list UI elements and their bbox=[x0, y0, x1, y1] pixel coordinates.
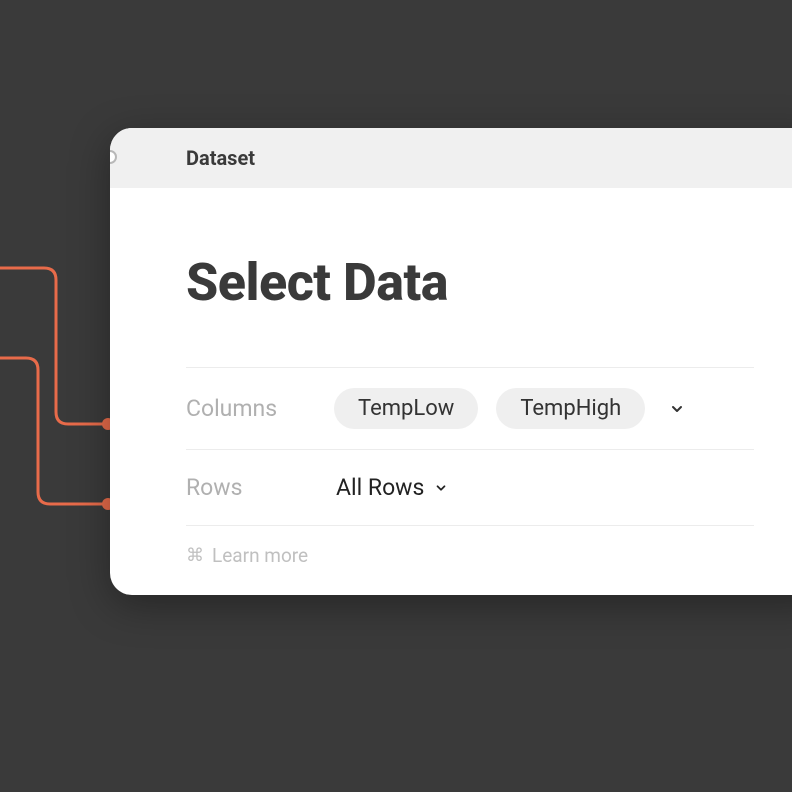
card-header: Dataset bbox=[110, 128, 792, 188]
chevron-down-icon bbox=[669, 401, 685, 417]
chevron-down-icon bbox=[434, 481, 448, 495]
input-port[interactable] bbox=[110, 150, 117, 164]
header-label: Dataset bbox=[186, 146, 754, 170]
column-chip-temphigh[interactable]: TempHigh bbox=[496, 388, 645, 429]
learn-more-link[interactable]: ⌘ Learn more bbox=[186, 544, 308, 567]
columns-row: Columns TempLow TempHigh bbox=[186, 367, 754, 449]
learn-more-label: Learn more bbox=[212, 544, 308, 567]
rows-dropdown[interactable]: All Rows bbox=[334, 470, 450, 505]
command-icon: ⌘ bbox=[186, 547, 204, 565]
rows-label: Rows bbox=[186, 474, 316, 501]
card-body: Select Data Columns TempLow TempHigh Row… bbox=[110, 188, 792, 595]
page-title: Select Data bbox=[186, 252, 754, 313]
rows-value: All Rows bbox=[336, 474, 424, 501]
columns-label: Columns bbox=[186, 395, 316, 422]
rows-row: Rows All Rows bbox=[186, 449, 754, 526]
data-card: Dataset Select Data Columns TempLow Temp… bbox=[110, 128, 792, 595]
columns-expand-button[interactable] bbox=[663, 395, 691, 423]
column-chip-templow[interactable]: TempLow bbox=[334, 388, 478, 429]
